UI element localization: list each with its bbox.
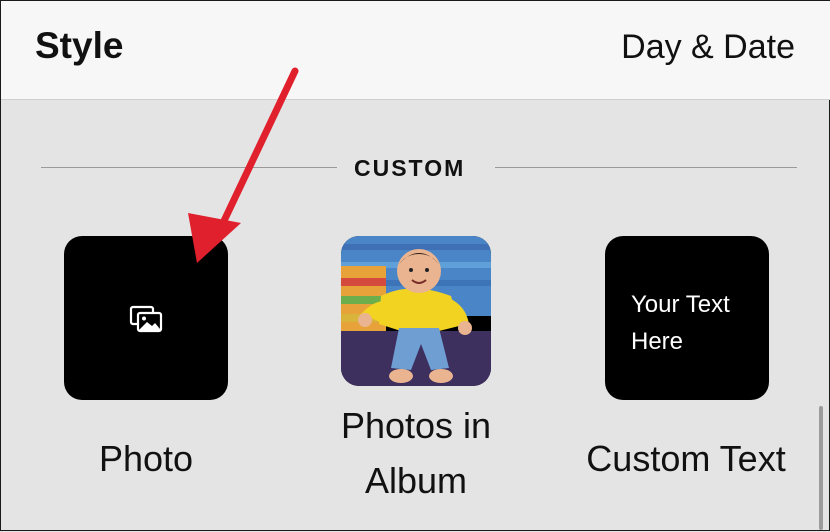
annotation-arrow-icon <box>188 67 299 263</box>
app-frame: Style Day & Date CUSTOM Photo Photos in … <box>0 0 830 531</box>
